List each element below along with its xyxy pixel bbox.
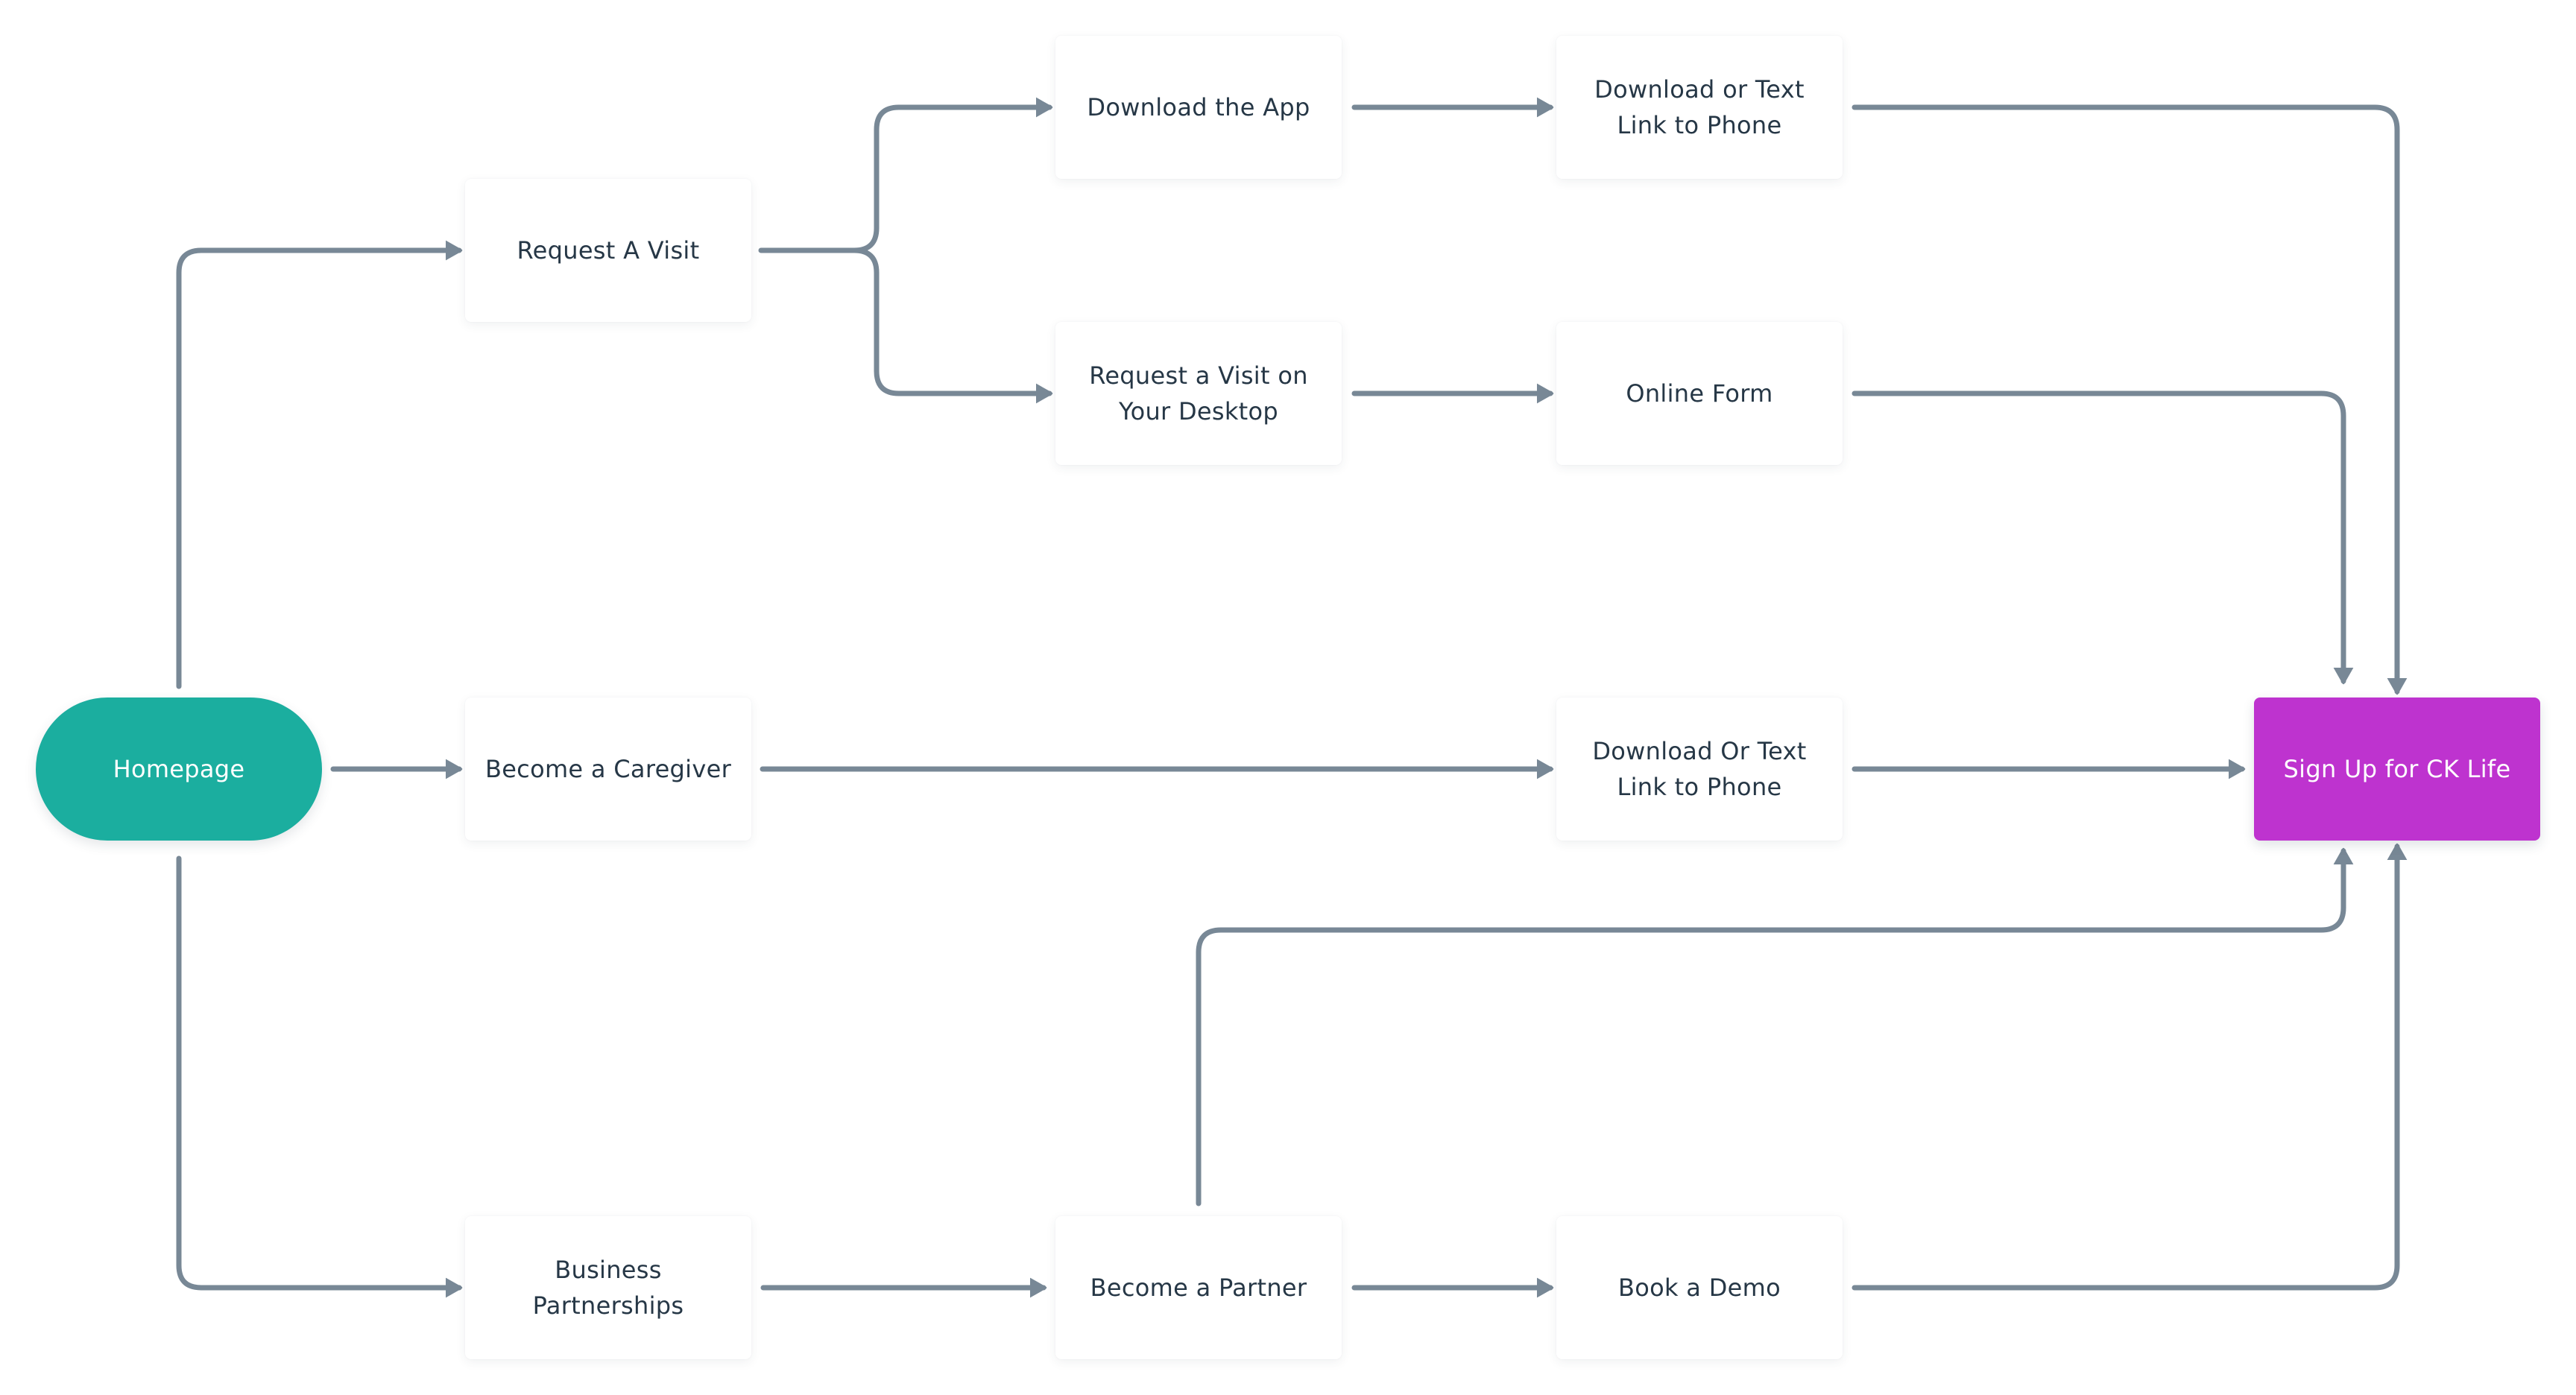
edge-request-visit-to-request-visit-desktop [851,247,1049,393]
node-label: Download Or Text Link to Phone [1592,737,1807,801]
node-label: Download or Text Link to Phone [1594,75,1805,139]
node-label: Homepage [113,755,245,783]
node-label: Download the App [1087,93,1310,121]
node-label: Book a Demo [1618,1274,1781,1302]
node-label: Become a Partner [1090,1274,1307,1302]
edge-homepage-to-business-partnerships [176,855,459,1288]
edge-become-partner-to-sign-up [1196,851,2343,1206]
node-request-visit[interactable]: Request A Visit [465,179,751,322]
node-label: Request A Visit [517,236,700,265]
edge-book-demo-to-sign-up [1852,847,2397,1291]
node-label: Become a Caregiver [484,755,732,783]
node-download-app[interactable]: Download the App [1055,36,1342,179]
node-download-text-link-phone[interactable]: Download or Text Link to Phone [1556,36,1843,179]
node-online-form[interactable]: Online Form [1556,322,1843,465]
node-become-caregiver[interactable]: Become a Caregiver [465,698,751,841]
node-homepage[interactable]: Homepage [36,698,322,841]
node-label: Request a Visit on Your Desktop [1089,361,1308,426]
node-label: Sign Up for CK Life [2283,755,2511,783]
node-label: Online Form [1626,379,1773,408]
connector-layer [176,0,2576,1395]
edge-request-visit-to-download-app [758,107,1049,253]
node-label: Business Partnerships [532,1256,684,1320]
node-book-demo[interactable]: Book a Demo [1556,1216,1843,1359]
node-download-or-text-link-phone[interactable]: Download Or Text Link to Phone [1556,698,1843,841]
edge-homepage-to-request-visit [176,250,459,689]
edge-online-form-to-sign-up [1852,390,2343,681]
node-become-partner[interactable]: Become a Partner [1055,1216,1342,1359]
node-sign-up-ck-life[interactable]: Sign Up for CK Life [2254,698,2540,841]
node-request-visit-desktop[interactable]: Request a Visit on Your Desktop [1055,322,1342,465]
edge-download-text-link-to-sign-up [1852,104,2397,692]
node-business-partnerships[interactable]: Business Partnerships [465,1216,751,1359]
